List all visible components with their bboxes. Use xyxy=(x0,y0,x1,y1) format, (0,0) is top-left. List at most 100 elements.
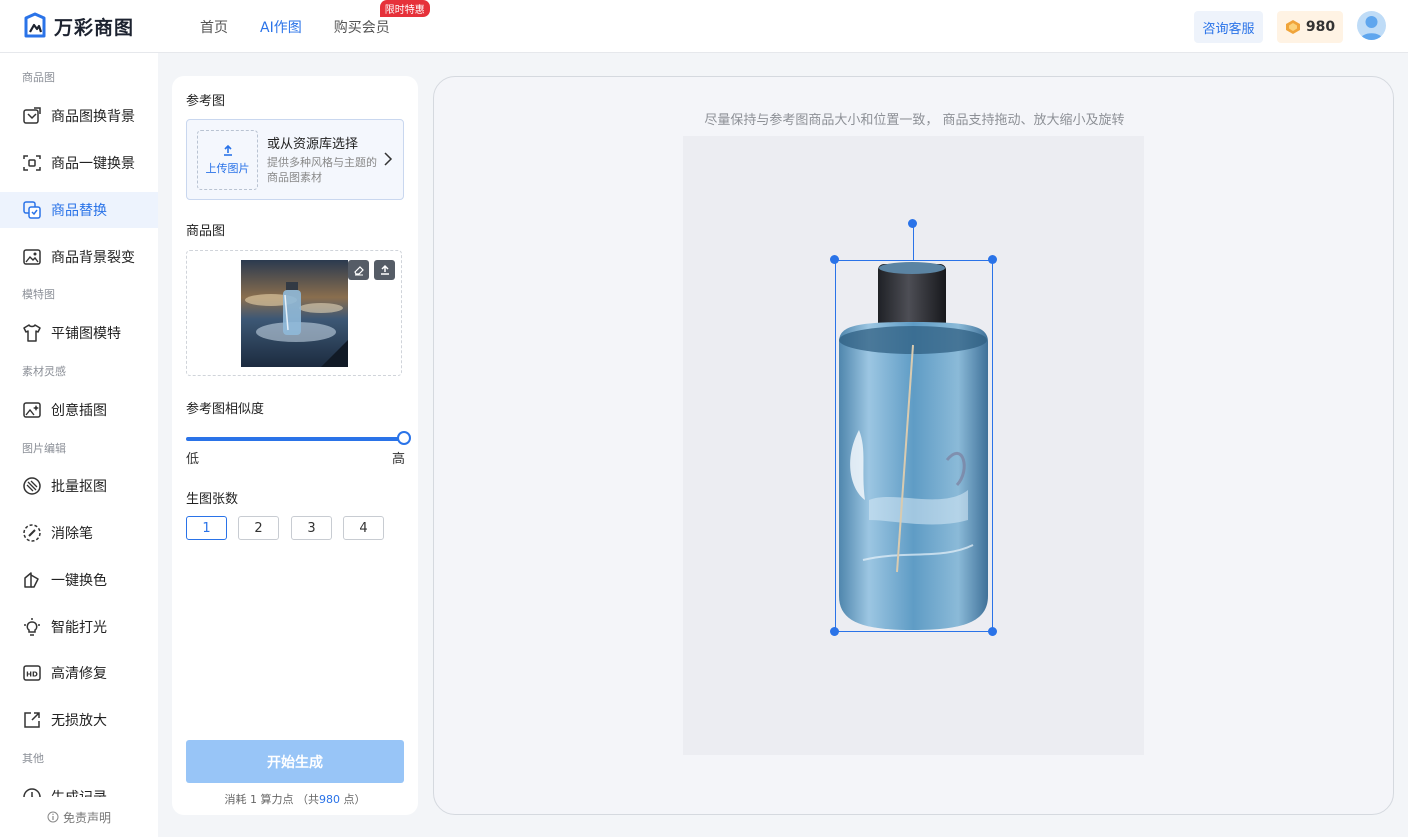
sidebar-item-recolor[interactable]: 一键换色 xyxy=(0,562,158,598)
chevron-right-icon[interactable] xyxy=(383,151,393,167)
sidebar: 商品图 商品图换背景 商品一键换景 商品替换 商品背景裂变 模特图 平铺图模特 … xyxy=(0,53,158,837)
replace-product-button[interactable] xyxy=(374,260,395,280)
product-replace-icon xyxy=(23,201,41,219)
sidebar-item-bg-change[interactable]: 商品图换背景 xyxy=(0,98,158,134)
sidebar-section-title: 其他 xyxy=(22,752,44,765)
rotate-handle[interactable] xyxy=(908,219,917,228)
sidebar-section-title: 商品图 xyxy=(22,71,55,84)
disclaimer-label: 免责声明 xyxy=(62,810,111,825)
hd-icon: HD xyxy=(23,665,41,681)
sidebar-item-hd-repair[interactable]: HD 高清修复 xyxy=(0,655,158,691)
promo-badge: 限时特惠 xyxy=(379,0,430,17)
sidebar-section-title: 模特图 xyxy=(22,288,55,301)
resize-handle-top-right[interactable] xyxy=(988,255,997,264)
rotation-handle-stem xyxy=(913,225,914,260)
sidebar-section-title: 素材灵感 xyxy=(22,365,66,378)
count-option-3[interactable]: 3 xyxy=(291,516,332,540)
enlarge-icon xyxy=(24,712,40,728)
sidebar-item-label: 一键换色 xyxy=(51,573,107,589)
points-balance[interactable]: 980 xyxy=(1277,11,1343,43)
sidebar-item-product-replace[interactable]: 商品替换 xyxy=(0,192,158,228)
upload-icon xyxy=(223,144,232,156)
info-icon xyxy=(47,811,59,823)
main-nav: 首页 AI作图 购买会员 限时特惠 xyxy=(200,0,430,53)
count-option-1[interactable]: 1 xyxy=(186,516,227,540)
background-split-icon xyxy=(23,249,41,265)
sidebar-item-flatlay-model[interactable]: 平铺图模特 xyxy=(0,315,158,351)
sidebar-item-label: 高清修复 xyxy=(51,666,107,682)
creative-image-icon xyxy=(23,402,41,418)
reference-picker[interactable]: 上传图片 或从资源库选择 提供多种风格与主题的商品图素材 xyxy=(186,119,404,200)
cost-total: 980 xyxy=(319,793,340,806)
avatar-icon xyxy=(1360,16,1383,40)
sidebar-item-label: 消除笔 xyxy=(51,526,93,542)
upload-label: 上传图片 xyxy=(205,162,250,175)
disclaimer-link[interactable]: 免责声明 xyxy=(0,797,158,837)
sidebar-item-creative[interactable]: 创意插图 xyxy=(0,392,158,428)
sidebar-item-label: 平铺图模特 xyxy=(51,326,121,342)
resize-handle-top-left[interactable] xyxy=(830,255,839,264)
similarity-slider-track[interactable] xyxy=(186,437,404,441)
user-avatar[interactable] xyxy=(1357,11,1386,40)
sidebar-item-label: 商品一键换景 xyxy=(51,156,135,172)
product-thumbnail xyxy=(241,260,348,367)
similarity-low-label: 低 xyxy=(186,452,200,467)
points-value: 980 xyxy=(1305,19,1336,35)
sidebar-item-enlarge[interactable]: 无损放大 xyxy=(0,702,158,738)
similarity-label: 参考图相似度 xyxy=(186,402,265,417)
product-label: 商品图 xyxy=(186,224,226,239)
gem-icon xyxy=(1285,20,1300,34)
sidebar-item-label: 创意插图 xyxy=(51,403,107,419)
sidebar-item-batch-cutout[interactable]: 批量抠图 xyxy=(0,468,158,504)
count-label: 生图张数 xyxy=(186,492,239,507)
library-title: 或从资源库选择 xyxy=(267,137,359,152)
nav-ai-drawing[interactable]: AI作图 xyxy=(260,17,302,37)
nav-home[interactable]: 首页 xyxy=(200,17,228,37)
sidebar-item-bg-split[interactable]: 商品背景裂变 xyxy=(0,239,158,275)
library-description: 提供多种风格与主题的商品图素材 xyxy=(267,156,377,184)
canvas-tip: 尽量保持与参考图商品大小和位置一致， 商品支持拖动、放大缩小及旋转 xyxy=(704,113,1125,128)
sidebar-item-label: 智能打光 xyxy=(51,620,107,636)
count-option-2[interactable]: 2 xyxy=(238,516,279,540)
selection-box[interactable] xyxy=(835,260,993,632)
similarity-slider-handle[interactable] xyxy=(397,431,411,445)
product-image-box[interactable] xyxy=(186,250,402,376)
sidebar-item-label: 商品图换背景 xyxy=(51,109,135,125)
count-option-4[interactable]: 4 xyxy=(343,516,384,540)
brand-name: 万彩商图 xyxy=(54,16,135,39)
sidebar-section-title: 图片编辑 xyxy=(22,442,66,455)
cost-note: 消耗 1 算力点 （共980 点） xyxy=(172,791,418,807)
top-bar: 万彩商图 首页 AI作图 购买会员 限时特惠 咨询客服 980 xyxy=(0,0,1408,53)
generate-button[interactable]: 开始生成 xyxy=(186,740,404,783)
edit-product-button[interactable] xyxy=(348,260,369,280)
cost-prefix: 消耗 1 算力点 （共 xyxy=(224,793,320,806)
logo[interactable]: 万彩商图 xyxy=(22,12,134,40)
resize-handle-bottom-left[interactable] xyxy=(830,627,839,636)
image-swap-icon xyxy=(23,107,41,124)
sidebar-item-label: 商品替换 xyxy=(51,203,107,219)
svg-text:HD: HD xyxy=(26,671,38,679)
cutout-icon xyxy=(23,477,41,495)
sidebar-item-eraser[interactable]: 消除笔 xyxy=(0,515,158,551)
logo-mark-icon xyxy=(24,12,46,38)
reference-label: 参考图 xyxy=(186,94,226,109)
sidebar-item-label: 无损放大 xyxy=(51,713,107,729)
eraser-icon xyxy=(353,266,364,276)
upload-reference-button[interactable]: 上传图片 xyxy=(197,130,258,190)
cost-suffix: 点） xyxy=(340,793,366,806)
scene-swap-icon xyxy=(23,155,41,171)
canvas-stage: 尽量保持与参考图商品大小和位置一致， 商品支持拖动、放大缩小及旋转 xyxy=(433,76,1394,815)
sidebar-item-scene-change[interactable]: 商品一键换景 xyxy=(0,145,158,181)
upload-icon xyxy=(380,264,389,275)
bulb-icon xyxy=(24,618,40,636)
sidebar-item-label: 商品背景裂变 xyxy=(51,250,135,266)
consult-button[interactable]: 咨询客服 xyxy=(1194,11,1263,43)
sidebar-item-lighting[interactable]: 智能打光 xyxy=(0,609,158,645)
nav-membership-label: 购买会员 xyxy=(333,19,390,36)
nav-membership[interactable]: 购买会员 限时特惠 xyxy=(333,0,430,37)
recolor-icon xyxy=(24,572,39,588)
resize-handle-bottom-right[interactable] xyxy=(988,627,997,636)
eraser-pen-icon xyxy=(23,524,41,542)
shirt-icon xyxy=(23,324,41,342)
settings-panel: 参考图 上传图片 或从资源库选择 提供多种风格与主题的商品图素材 商品图 参考图… xyxy=(172,76,418,815)
